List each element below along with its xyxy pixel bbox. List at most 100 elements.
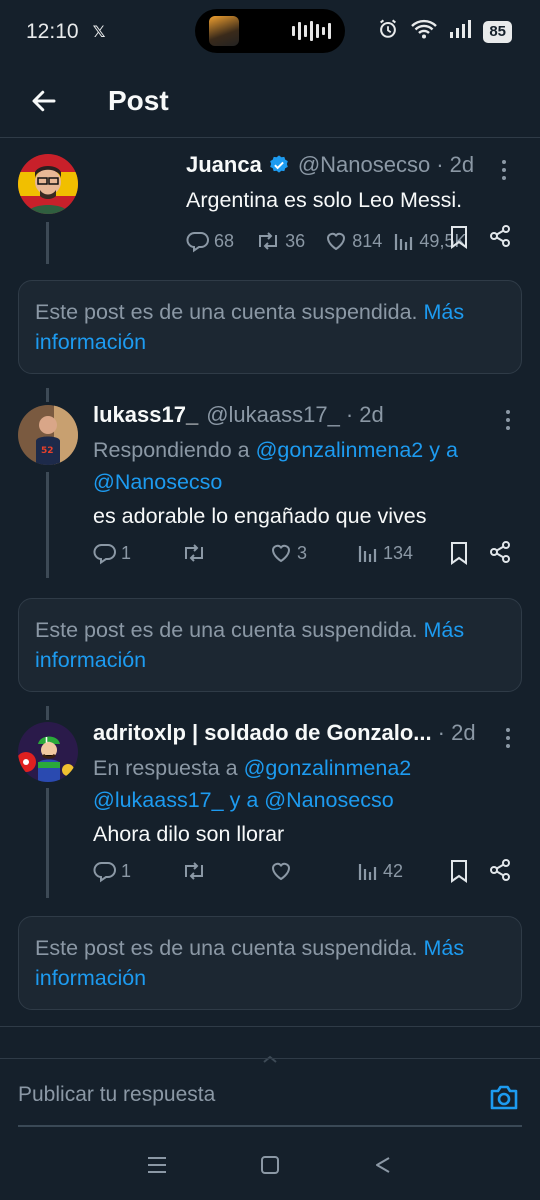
media-island[interactable] [195, 9, 345, 53]
author-name[interactable]: lukass17_ [93, 402, 198, 428]
menu-lines-icon [147, 1157, 166, 1173]
reply-input[interactable]: Publicar tu respuesta [18, 1083, 215, 1107]
post-actions: 1 42 [93, 856, 457, 886]
post-time: · 2d [436, 152, 475, 177]
more-info-link[interactable]: Más [423, 300, 464, 324]
view-count: 42 [383, 860, 404, 881]
back-button[interactable] [14, 71, 74, 131]
mention-link[interactable]: @lukaass17_ [93, 788, 224, 812]
repost-count: 36 [285, 230, 306, 251]
more-info-link-cont[interactable]: información [35, 966, 146, 990]
repost-icon [259, 232, 278, 250]
repost-button[interactable]: 36 [255, 229, 324, 253]
views-chart-icon [358, 546, 377, 562]
heart-icon [271, 862, 291, 881]
suspended-post-notice: Este post es de una cuenta suspendida. M… [18, 916, 522, 1010]
suspended-post-notice: Este post es de una cuenta suspendida. M… [18, 280, 522, 374]
author-handle[interactable]: @lukaass17_ [206, 402, 340, 428]
system-back-button[interactable] [363, 1145, 403, 1185]
post-time: · 2d [437, 720, 476, 745]
divider [0, 1026, 540, 1027]
more-info-link-cont[interactable]: información [35, 648, 146, 672]
reply-button[interactable]: 1 [93, 859, 181, 883]
replying-to: Respondiendo a @gonzalinmena2 y a @Nanos… [93, 434, 493, 498]
like-button[interactable]: 3 [269, 541, 357, 565]
mention-link[interactable]: @Nanosecso [93, 470, 222, 494]
reply-prefix: Respondiendo a [93, 438, 250, 462]
post-time: · 2d [345, 402, 384, 427]
system-navigation-bar [0, 1130, 540, 1200]
thread-line [46, 388, 49, 402]
audio-waveform-icon [292, 21, 331, 41]
more-options-icon[interactable] [496, 408, 520, 432]
post-lukass17[interactable]: lukass17_ @lukaass17_ · 2d Respondiendo … [93, 400, 493, 532]
suspended-text: Este post es de una cuenta suspendida. [35, 936, 418, 960]
share-button[interactable] [488, 224, 512, 253]
post-text: Argentina es solo Leo Messi. [186, 188, 463, 212]
camera-button[interactable] [488, 1081, 520, 1113]
svg-text:52: 52 [41, 446, 54, 456]
mention-link[interactable]: @gonzalinmena2 [244, 756, 412, 780]
bookmark-icon [451, 860, 467, 883]
reply-button[interactable]: 1 [93, 541, 181, 565]
page-title: Post [108, 84, 169, 116]
share-button[interactable] [488, 540, 512, 569]
views-chart-icon [358, 864, 377, 880]
bookmark-button[interactable] [448, 541, 470, 570]
battery-indicator: 85 [483, 21, 512, 43]
share-icon [490, 541, 510, 563]
author-handle[interactable]: @Nanosecso [298, 152, 430, 178]
thread-line [46, 788, 49, 898]
bookmark-icon [451, 542, 467, 565]
post-text: es adorable lo engañado que vives [93, 504, 427, 528]
reply-joiner: y a [229, 788, 259, 812]
avatar[interactable]: 52 [18, 405, 78, 465]
bookmark-button[interactable] [448, 859, 470, 888]
wifi-icon [411, 19, 438, 45]
suspended-post-notice: Este post es de una cuenta suspendida. M… [18, 598, 522, 692]
more-info-link[interactable]: Más [423, 936, 464, 960]
reply-composer[interactable]: Publicar tu respuesta [0, 1058, 540, 1128]
signal-icon [449, 19, 472, 45]
views-button[interactable]: 134 [357, 542, 457, 564]
repost-button[interactable] [181, 859, 269, 883]
like-button[interactable]: 814 [324, 229, 393, 253]
more-options-icon[interactable] [492, 158, 516, 182]
more-info-link[interactable]: Más [423, 618, 464, 642]
top-app-bar: Post [0, 64, 540, 138]
share-icon [490, 859, 510, 881]
home-button[interactable] [250, 1145, 290, 1185]
reply-icon [93, 544, 116, 565]
like-count: 814 [352, 230, 383, 251]
suspended-text: Este post es de una cuenta suspendida. [35, 618, 418, 642]
view-count: 134 [383, 542, 414, 563]
alarm-icon [377, 18, 399, 46]
author-name[interactable]: Juanca [186, 152, 262, 178]
reply-icon [93, 862, 116, 883]
reply-joiner: y a [429, 438, 458, 462]
like-count: 3 [297, 542, 308, 563]
share-button[interactable] [488, 858, 512, 887]
replying-to: En respuesta a @gonzalinmena2 @lukaass17… [93, 752, 493, 816]
status-time: 12:10 [26, 20, 79, 43]
mention-link[interactable]: @Nanosecso [264, 788, 393, 812]
avatar[interactable] [18, 154, 78, 214]
thread-line [46, 706, 49, 720]
camera-icon [490, 1085, 518, 1110]
views-button[interactable]: 42 [357, 860, 457, 882]
more-info-link-cont[interactable]: información [35, 330, 146, 354]
like-button[interactable] [269, 859, 357, 883]
media-thumbnail [209, 16, 239, 46]
more-options-icon[interactable] [496, 726, 520, 750]
post-adritoxlp[interactable]: adritoxlp | soldado de Gonzalo... · 2d E… [93, 718, 493, 850]
bookmark-button[interactable] [448, 225, 470, 254]
avatar[interactable]: L [18, 722, 78, 782]
post-actions: 1 3 134 [93, 538, 457, 568]
author-name[interactable]: adritoxlp | soldado de Gonzalo... [93, 720, 432, 746]
bookmark-icon [451, 226, 467, 249]
recent-apps-button[interactable] [137, 1145, 177, 1185]
repost-button[interactable] [181, 541, 269, 565]
mention-link[interactable]: @gonzalinmena2 [256, 438, 424, 462]
reply-button[interactable]: 68 [186, 229, 255, 253]
post-text: Ahora dilo son llorar [93, 822, 285, 846]
